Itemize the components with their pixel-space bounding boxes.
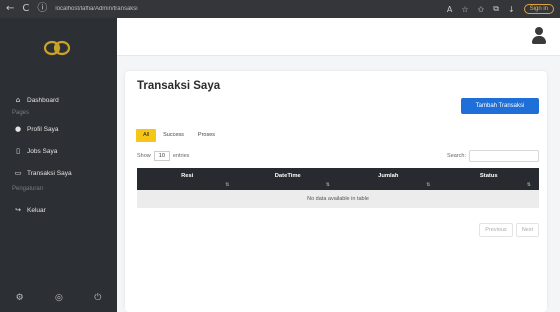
top-navbar [117, 18, 560, 56]
column-header-datetime[interactable]: DateTime ⇅ [238, 168, 339, 190]
back-icon[interactable]: ← [6, 0, 14, 18]
entries-length-control: Show 10 entries [137, 151, 189, 161]
collections-icon[interactable]: ⧉ [493, 4, 499, 14]
column-header-status[interactable]: Status ⇅ [439, 168, 540, 190]
sidebar-footer: ⚙ ◎ ⏻ [0, 284, 117, 312]
show-label: Show [137, 153, 151, 159]
table-header: Resi ⇅ DateTime ⇅ Jumlah ⇅ Status ⇅ [137, 168, 539, 190]
search-label: Search: [447, 153, 466, 159]
sidebar-item-label: Profil Saya [27, 125, 59, 133]
sign-in-button[interactable]: Sign in [523, 4, 554, 14]
sidebar: ⌂ Dashboard Pages ● Profil Saya ▯ Jobs S… [0, 18, 117, 312]
read-aloud-icon[interactable]: A [447, 5, 452, 14]
downloads-icon[interactable]: ↓ [508, 5, 515, 14]
jobs-icon: ▯ [16, 147, 20, 155]
add-transaction-button[interactable]: Tambah Transaksi [461, 98, 539, 114]
sidebar-heading-pengaturan: Pengaturan [12, 186, 44, 192]
entries-select[interactable]: 10 [153, 151, 170, 161]
users-icon: ● [14, 125, 22, 133]
table-empty-row: No data available in table [137, 190, 539, 208]
transaction-icon: ▭ [14, 169, 22, 177]
transactions-card: Transaksi Saya Tambah Transaksi All Succ… [125, 71, 547, 312]
power-icon[interactable]: ⏻ [94, 293, 101, 303]
home-icon: ⌂ [15, 96, 21, 104]
previous-page-button[interactable]: Previous [479, 223, 513, 237]
sidebar-heading-pages: Pages [12, 110, 30, 116]
entries-label: entries [172, 153, 190, 159]
sidebar-item-dashboard[interactable]: ⌂ Dashboard [14, 96, 59, 104]
sidebar-item-label: Dashboard [27, 96, 59, 104]
settings-icon[interactable]: ⚙ [16, 293, 24, 303]
site-info-icon[interactable]: ⓘ [37, 0, 47, 18]
browser-actions: A ☆ ✩ ⧉ ↓ Sign in [447, 4, 554, 14]
filter-tabs: All Success Proses [136, 129, 222, 142]
user-avatar-icon[interactable] [532, 27, 546, 45]
next-page-button[interactable]: Next [515, 223, 539, 237]
browser-toolbar: ← C ⓘ localhost/laffia/Admin/transaksi A… [0, 0, 560, 18]
sidebar-item-label: Transaksi Saya [27, 169, 72, 177]
sidebar-item-profil[interactable]: ● Profil Saya [14, 125, 59, 133]
favorites-icon[interactable]: ✩ [478, 5, 485, 14]
tab-all[interactable]: All [136, 129, 157, 142]
sidebar-item-label: Keluar [27, 206, 46, 214]
tab-success[interactable]: Success [156, 129, 191, 142]
sidebar-item-keluar[interactable]: ↪ Keluar [14, 206, 46, 214]
table-search: Search: [447, 150, 539, 162]
tab-proses[interactable]: Proses [191, 129, 222, 142]
address-bar[interactable]: localhost/laffia/Admin/transaksi [55, 6, 438, 12]
sidebar-item-transaksi[interactable]: ▭ Transaksi Saya [14, 169, 72, 177]
search-input[interactable] [469, 150, 539, 162]
sidebar-item-jobs[interactable]: ▯ Jobs Saya [14, 147, 57, 155]
logout-icon: ↪ [15, 206, 21, 214]
bookmark-star-icon[interactable]: ☆ [461, 5, 468, 14]
brand-logo[interactable] [43, 38, 71, 58]
reload-icon[interactable]: C [22, 0, 29, 18]
globe-icon[interactable]: ◎ [55, 293, 63, 303]
column-header-jumlah[interactable]: Jumlah ⇅ [338, 168, 439, 190]
sidebar-item-label: Jobs Saya [27, 147, 58, 155]
pagination: Previous Next [479, 223, 539, 237]
column-header-resi[interactable]: Resi ⇅ [137, 168, 238, 190]
page-title: Transaksi Saya [137, 80, 221, 92]
